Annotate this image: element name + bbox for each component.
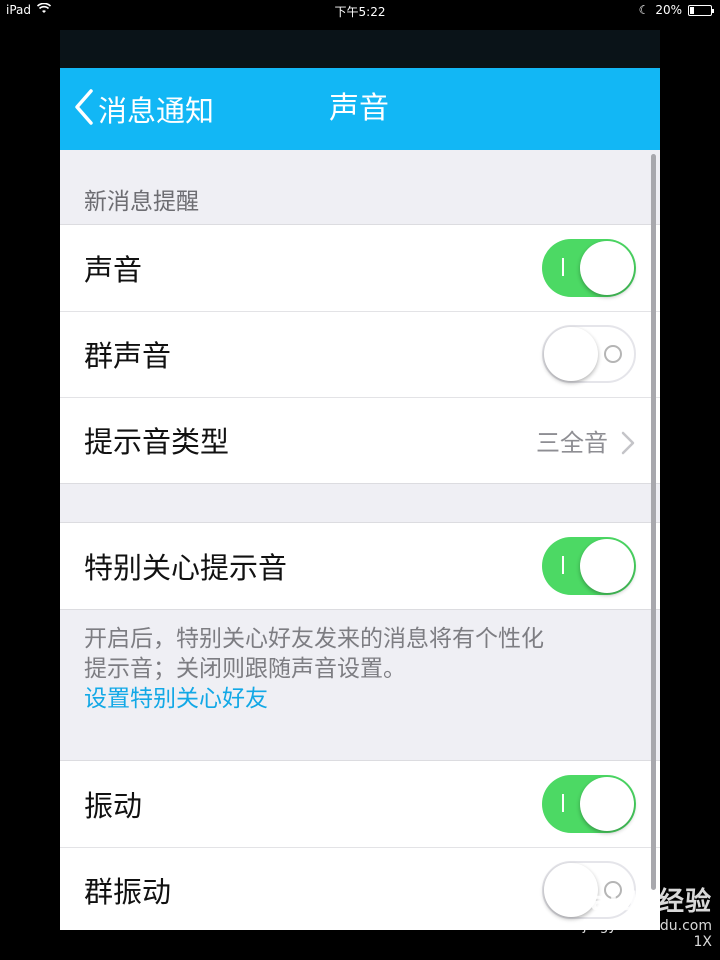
toggle-on-mark	[562, 794, 564, 812]
row-group-sound: 群声音	[60, 311, 660, 397]
alert-tone-value: 三全音	[536, 428, 608, 457]
row-label: 特别关心提示音	[84, 551, 288, 585]
special-care-toggle[interactable]	[542, 537, 636, 595]
toggle-knob	[544, 327, 598, 381]
row-label: 振动	[84, 789, 143, 823]
row-sound: 声音	[60, 225, 660, 311]
row-vibration: 振动	[60, 761, 660, 847]
vibration-toggle[interactable]	[542, 775, 636, 833]
battery-percent: 20%	[655, 3, 682, 17]
toggle-on-mark	[562, 556, 564, 574]
row-label: 提示音类型	[84, 425, 230, 459]
battery-icon	[688, 4, 714, 16]
row-alert-tone-type[interactable]: 提示音类型 三全音	[60, 397, 660, 483]
settings-group-new-message: 声音 群声音 提示音类型 三全音	[60, 224, 660, 484]
set-special-care-friends-link[interactable]: 设置特别关心好友	[84, 684, 636, 714]
footer-text-line2: 提示音；关闭则跟随声音设置。	[84, 656, 406, 682]
toggle-on-mark	[562, 258, 564, 276]
moon-icon: ☾	[638, 3, 650, 17]
settings-group-special-care: 特别关心提示音	[60, 522, 660, 610]
chevron-right-icon	[620, 428, 636, 455]
group-sound-toggle[interactable]	[542, 325, 636, 383]
row-label: 声音	[84, 253, 143, 287]
toggle-off-mark	[604, 345, 622, 363]
status-right: ☾ 20%	[638, 3, 714, 17]
page-title-text: 声音	[329, 91, 389, 126]
toggle-knob	[580, 241, 634, 295]
app-top-strip	[60, 30, 660, 68]
row-special-care-tone: 特别关心提示音	[60, 523, 660, 609]
section-header-new-message: 新消息提醒	[84, 189, 199, 215]
watermark-logo: Baidu经验	[569, 887, 712, 917]
footer-text-line1: 开启后，特别关心好友发来的消息将有个性化	[84, 626, 544, 652]
baidu-watermark: Baidu经验 jingyan.baidu.com 1X	[570, 881, 712, 950]
status-time: 下午5:22	[334, 5, 386, 19]
watermark-url: jingyan.baidu.com	[582, 918, 712, 934]
special-care-footer: 开启后，特别关心好友发来的消息将有个性化 提示音；关闭则跟随声音设置。 设置特别…	[60, 610, 660, 760]
navigation-bar: 消息通知 声音	[60, 68, 660, 150]
toggle-knob	[580, 539, 634, 593]
status-bar: iPad 下午5:22 ☾ 20%	[0, 0, 720, 20]
vertical-scrollbar[interactable]	[651, 154, 656, 890]
app-window: 消息通知 声音 新消息提醒 声音 群声音 提示音类型 三全音 特别关心提示音 开…	[60, 30, 660, 930]
page-title: 声音	[60, 88, 660, 130]
sound-toggle[interactable]	[542, 239, 636, 297]
toggle-knob	[580, 777, 634, 831]
row-label: 群声音	[84, 339, 172, 373]
zoom-indicator: 1X	[693, 934, 713, 950]
row-label: 群振动	[84, 875, 172, 909]
battery-fill	[690, 6, 694, 14]
